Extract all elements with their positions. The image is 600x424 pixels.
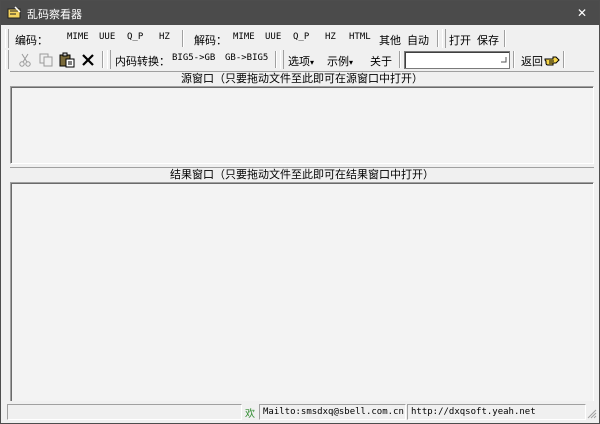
toolbar-separator [437,30,439,47]
toolbar-grip[interactable] [280,50,284,69]
convert-label: 内码转换： [115,55,170,68]
mailto-link[interactable]: Mailto:smsdxq@sbell.com.cn [259,404,406,420]
decode-other-button[interactable]: 其他 [379,32,401,48]
status-cell-main [7,404,242,420]
window-title: 乱码察看器 [27,8,82,21]
save-button[interactable]: 保存 [477,32,499,48]
combo-arrow-icon[interactable] [501,56,507,64]
toolbar-grip[interactable] [5,50,9,69]
toolbar-separator [504,30,506,47]
decode-hz-button[interactable]: HZ [325,32,336,42]
paste-icon[interactable] [59,52,75,68]
examples-menu-label: 示例 [327,55,349,68]
decode-html-button[interactable]: HTML [349,32,371,42]
encode-mime-button[interactable]: MIME [67,32,89,42]
options-menu-label: 选项 [288,55,310,68]
source-text-area[interactable] [10,86,594,164]
homepage-link[interactable]: http://dxqsoft.yeah.net [407,404,586,420]
status-bar: 欢 Mailto:smsdxq@sbell.com.cn http://dxqs… [1,401,599,423]
result-pane-header: 结果窗口（只要拖动文件至此即可在结果窗口中打开） [10,167,594,182]
resize-grip-icon[interactable] [587,409,597,419]
encode-uue-button[interactable]: UUE [99,32,115,42]
result-text-area[interactable] [10,182,594,402]
status-mark: 欢 [245,409,255,420]
app-window: 乱码察看器 ✕ 编码： MIME UUE Q_P HZ 解码： MIME UUE… [0,0,600,424]
encode-label: 编码： [15,34,48,47]
close-button[interactable]: ✕ [571,3,593,23]
decode-mime-button[interactable]: MIME [233,32,255,42]
chevron-down-icon: ▾ [310,58,315,67]
examples-menu[interactable]: 示例▾ [327,53,353,69]
decode-qp-button[interactable]: Q_P [293,32,309,42]
toolbar-separator [513,51,515,68]
chevron-down-icon: ▾ [349,58,354,67]
about-button[interactable]: 关于 [370,53,392,69]
app-icon [7,6,21,19]
toolbar-grip[interactable] [5,29,9,48]
decode-uue-button[interactable]: UUE [265,32,281,42]
pointing-hand-icon[interactable] [544,52,560,68]
gb-to-big5-button[interactable]: GB->BIG5 [225,53,268,63]
big5-to-gb-button[interactable]: BIG5->GB [172,53,215,63]
open-button[interactable]: 打开 [449,32,471,48]
source-pane-header: 源窗口（只要拖动文件至此即可在源窗口中打开） [10,71,594,86]
options-menu[interactable]: 选项▾ [288,53,314,69]
toolbar-grip[interactable] [107,50,111,69]
toolbar-separator [102,51,104,68]
clear-icon[interactable] [80,52,96,68]
decode-auto-button[interactable]: 自动 [407,32,429,48]
encode-hz-button[interactable]: HZ [159,32,170,42]
toolbar-separator [399,51,401,68]
cut-icon[interactable] [17,52,33,68]
title-bar[interactable]: 乱码察看器 ✕ [1,1,599,25]
encode-decode-toolbar: 编码： MIME UUE Q_P HZ 解码： MIME UUE Q_P HZ … [1,28,599,50]
toolbar-grip[interactable] [442,29,446,48]
copy-icon[interactable] [38,52,54,68]
toolbar-separator [275,51,277,68]
example-combo-box[interactable] [404,51,510,69]
encode-qp-button[interactable]: Q_P [127,32,143,42]
close-icon: ✕ [576,6,588,20]
back-button-label[interactable]: 返回 [521,53,543,69]
toolbar-separator [182,30,184,47]
decode-label: 解码： [194,34,227,47]
toolbar-separator [563,51,565,68]
